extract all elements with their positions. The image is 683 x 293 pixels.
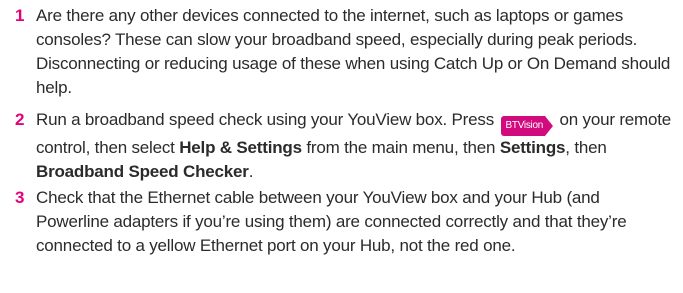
step-number: 1 <box>15 6 25 25</box>
step-text-part: , then <box>565 138 607 157</box>
step-text-part: Run a broadband speed check using your Y… <box>36 110 499 129</box>
bold-menu-item: Settings <box>499 138 566 157</box>
step-text: Check that the Ethernet cable between yo… <box>36 188 627 255</box>
step-number: 2 <box>15 110 25 129</box>
bold-menu-item: Help & Settings <box>179 138 302 157</box>
step-text-part: . <box>248 162 254 181</box>
step-text: Run a broadband speed check using your Y… <box>36 108 676 184</box>
numbered-steps-list: 1 Are there any other devices connected … <box>0 0 683 293</box>
step-number: 3 <box>15 188 25 207</box>
btvision-button-icon: BTVision <box>501 116 553 136</box>
badge-label: BTVision <box>505 120 543 131</box>
step-text-part: from the main menu, then <box>301 138 500 157</box>
bold-menu-item: Broadband Speed Checker <box>36 162 249 181</box>
step-text: Are there any other devices connected to… <box>36 6 671 97</box>
